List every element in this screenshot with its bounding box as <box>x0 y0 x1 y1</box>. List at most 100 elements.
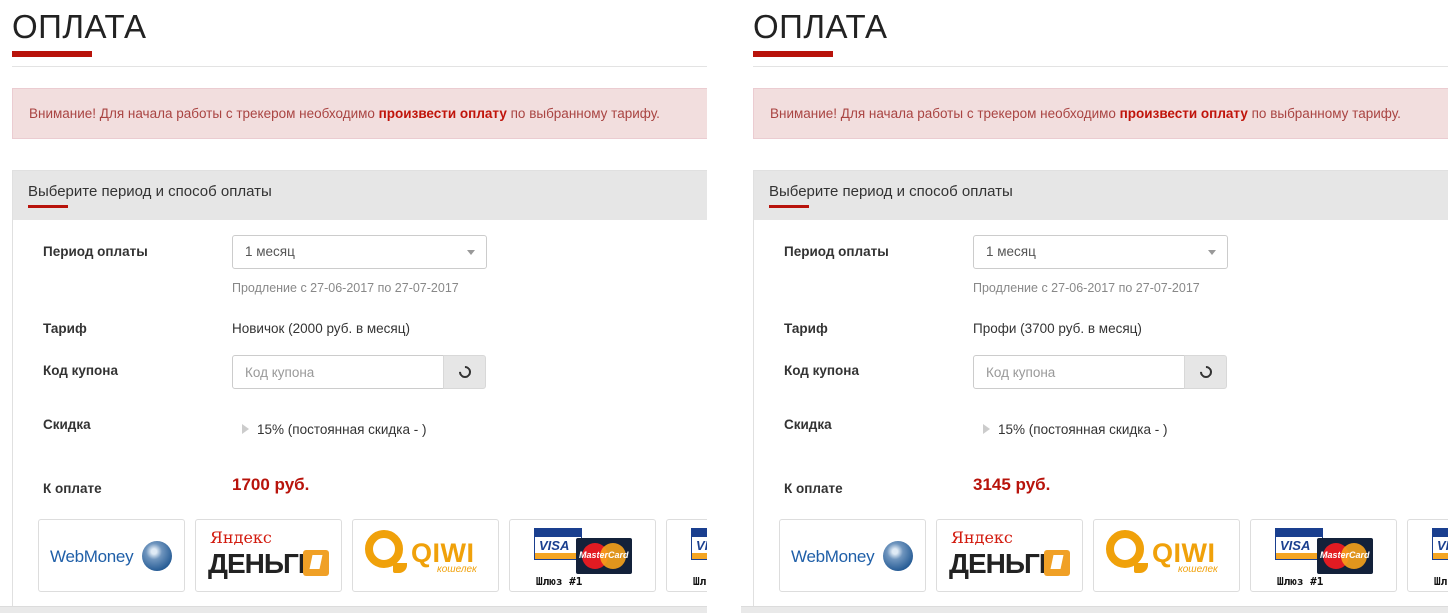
period-label: Период оплаты <box>784 244 889 259</box>
visa-card-icon: VISA <box>534 528 582 560</box>
coupon-label: Код купона <box>43 363 118 378</box>
mastercard-icon: MasterCard <box>1317 538 1373 574</box>
alert-pay-link[interactable]: произвести оплату <box>379 106 507 121</box>
coupon-label: Код купона <box>784 363 859 378</box>
globe-icon <box>142 541 172 571</box>
wallet-icon <box>1044 550 1070 576</box>
amount-value: 1700 руб. <box>232 475 310 494</box>
caret-down-icon <box>467 250 475 255</box>
mastercard-logo-text: MasterCard <box>1320 550 1370 560</box>
coupon-input[interactable] <box>973 355 1185 389</box>
period-select-value: 1 месяц <box>986 244 1036 259</box>
gateway-2-label: Шл <box>693 575 707 588</box>
renewal-period-text: Продление с 27-06-2017 по 27-07-2017 <box>973 281 1200 295</box>
discount-text: 15% (постоянная скидка - ) <box>998 422 1168 437</box>
payment-alert: Внимание! Для начала работы с трекером н… <box>12 88 707 139</box>
period-select[interactable]: 1 месяц <box>973 235 1228 269</box>
section-title: Выберите период и способ оплаты <box>28 183 272 200</box>
payment-method-gateway-2[interactable]: VISA Шл <box>666 519 707 592</box>
yandex-logo-bottom: ДЕНЬГИ <box>208 548 318 579</box>
renewal-period-text: Продление с 27-06-2017 по 27-07-2017 <box>232 281 459 295</box>
alert-text-before: Внимание! Для начала работы с трекером н… <box>770 106 1120 121</box>
visa-logo-text: VISA <box>1280 538 1311 553</box>
discount-value: 15% (постоянная скидка - ) <box>983 422 1167 437</box>
gateway-1-label: Шлюз #1 <box>1277 575 1324 588</box>
visa-logo-text: VISA <box>539 538 570 553</box>
payment-panel-left: ОПЛАТА Внимание! Для начала работы с тре… <box>0 0 707 613</box>
globe-icon <box>883 541 913 571</box>
payment-method-webmoney[interactable]: WebMoney <box>38 519 185 592</box>
refresh-icon <box>1197 363 1214 381</box>
payment-section: Выберите период и способ оплаты Период о… <box>12 170 707 613</box>
page-title: ОПЛАТА <box>12 8 147 45</box>
discount-value: 15% (постоянная скидка - ) <box>242 422 426 437</box>
qiwi-logo-tail <box>393 563 407 573</box>
visa-logo-text: VISA <box>1437 538 1448 553</box>
page-title: ОПЛАТА <box>753 8 888 45</box>
tariff-label: Тариф <box>43 321 87 336</box>
alert-text-after: по выбранному тарифу. <box>1247 106 1401 121</box>
discount-label: Скидка <box>43 417 91 432</box>
payment-method-yandex[interactable]: Яндекс ДЕНЬГИ <box>936 519 1083 592</box>
qiwi-logo-tail <box>1134 563 1148 573</box>
gateway-2-label: Шл <box>1434 575 1448 588</box>
payment-method-webmoney[interactable]: WebMoney <box>779 519 926 592</box>
discount-text: 15% (постоянная скидка - ) <box>257 422 427 437</box>
visa-card-icon: VISA <box>691 528 707 560</box>
webmoney-logo-text: WebMoney <box>791 547 875 566</box>
yandex-logo-bottom: ДЕНЬГИ <box>949 548 1059 579</box>
section-underline <box>28 205 68 208</box>
payment-method-yandex[interactable]: Яндекс ДЕНЬГИ <box>195 519 342 592</box>
amount-label: К оплате <box>43 481 102 496</box>
header-divider <box>753 66 1448 67</box>
header-divider <box>12 66 707 67</box>
payment-method-qiwi[interactable]: QIWI кошелек <box>1093 519 1240 592</box>
payment-alert: Внимание! Для начала работы с трекером н… <box>753 88 1448 139</box>
gateway-1-label: Шлюз #1 <box>536 575 583 588</box>
amount-label: К оплате <box>784 481 843 496</box>
visa-card-icon: VISA <box>1432 528 1448 560</box>
discount-label: Скидка <box>784 417 832 432</box>
qiwi-logo-subtext: кошелек <box>1178 564 1218 575</box>
qiwi-logo-subtext: кошелек <box>437 564 477 575</box>
tariff-value: Профи (3700 руб. в месяц) <box>973 321 1142 336</box>
visa-card-icon: VISA <box>1275 528 1323 560</box>
mastercard-icon: MasterCard <box>576 538 632 574</box>
title-underline <box>12 51 92 57</box>
wallet-icon <box>303 550 329 576</box>
tariff-label: Тариф <box>784 321 828 336</box>
coupon-refresh-button[interactable] <box>1184 355 1227 389</box>
period-select-value: 1 месяц <box>245 244 295 259</box>
mastercard-logo-text: MasterCard <box>579 550 629 560</box>
alert-pay-link[interactable]: произвести оплату <box>1120 106 1248 121</box>
payment-method-gateway-2[interactable]: VISA Шл <box>1407 519 1448 592</box>
coupon-input[interactable] <box>232 355 444 389</box>
tariff-value: Новичок (2000 руб. в месяц) <box>232 321 410 336</box>
yandex-logo-top: Яндекс <box>951 528 1013 547</box>
period-label: Период оплаты <box>43 244 148 259</box>
payment-panel-right: ОПЛАТА Внимание! Для начала работы с тре… <box>741 0 1448 613</box>
webmoney-logo-text: WebMoney <box>50 547 134 566</box>
triangle-right-icon <box>983 424 990 435</box>
section-title: Выберите период и способ оплаты <box>769 183 1013 200</box>
visa-logo-text: VISA <box>696 538 707 553</box>
period-select[interactable]: 1 месяц <box>232 235 487 269</box>
section-header: Выберите период и способ оплаты <box>13 171 707 220</box>
payment-section: Выберите период и способ оплаты Период о… <box>753 170 1448 613</box>
coupon-refresh-button[interactable] <box>443 355 486 389</box>
refresh-icon <box>456 363 473 381</box>
alert-text-after: по выбранному тарифу. <box>506 106 660 121</box>
alert-text-before: Внимание! Для начала работы с трекером н… <box>29 106 379 121</box>
payment-method-gateway-1[interactable]: VISA MasterCard Шлюз #1 <box>1250 519 1397 592</box>
bottom-strip <box>0 606 707 613</box>
amount-value: 3145 руб. <box>973 475 1051 494</box>
yandex-logo-top: Яндекс <box>210 528 272 547</box>
title-underline <box>753 51 833 57</box>
caret-down-icon <box>1208 250 1216 255</box>
bottom-strip <box>741 606 1448 613</box>
section-header: Выберите период и способ оплаты <box>754 171 1448 220</box>
payment-method-qiwi[interactable]: QIWI кошелек <box>352 519 499 592</box>
payment-method-gateway-1[interactable]: VISA MasterCard Шлюз #1 <box>509 519 656 592</box>
section-underline <box>769 205 809 208</box>
triangle-right-icon <box>242 424 249 435</box>
